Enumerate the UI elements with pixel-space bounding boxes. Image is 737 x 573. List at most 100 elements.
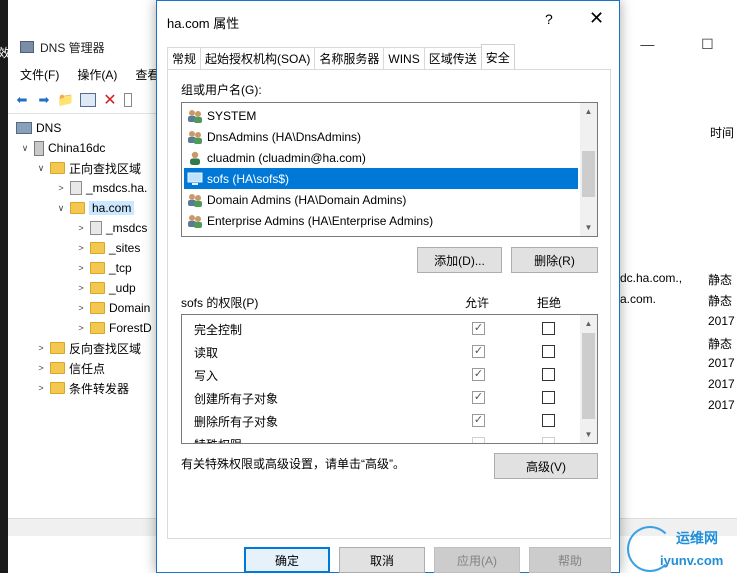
- expand-chevron-icon[interactable]: ∨: [56, 203, 66, 214]
- list-item[interactable]: SYSTEM: [184, 105, 578, 126]
- allow-checkbox[interactable]: ✓: [472, 345, 485, 358]
- user-name: Domain Admins (HA\Domain Admins): [207, 192, 407, 207]
- advanced-button[interactable]: 高级(V): [494, 453, 598, 479]
- tree-node-forward-zones[interactable]: ∨ 正向查找区域: [36, 158, 141, 178]
- list-item-selected[interactable]: sofs (HA\sofs$): [184, 168, 578, 189]
- list-item[interactable]: Enterprise Admins (HA\Enterprise Admins): [184, 210, 578, 231]
- help-icon[interactable]: ?: [545, 11, 553, 27]
- menu-action[interactable]: 操作(A): [77, 66, 117, 83]
- allow-checkbox[interactable]: ✓: [472, 322, 485, 335]
- tab-name-servers[interactable]: 名称服务器: [314, 47, 385, 69]
- scroll-up-icon[interactable]: ▲: [580, 315, 597, 332]
- permission-name: 写入: [194, 369, 219, 383]
- expand-chevron-icon[interactable]: >: [56, 183, 66, 193]
- tree-node-reverse-zones[interactable]: > 反向查找区域: [36, 338, 141, 358]
- expand-chevron-icon[interactable]: >: [76, 283, 86, 293]
- expand-chevron-icon[interactable]: ∨: [20, 143, 30, 154]
- dialog-title: ha.com 属性: [167, 16, 240, 31]
- list-item[interactable]: DnsAdmins (HA\DnsAdmins): [184, 126, 578, 147]
- scroll-down-icon[interactable]: ▼: [580, 426, 597, 443]
- folder-icon: [50, 362, 65, 374]
- user-listbox[interactable]: SYSTEM DnsAdmins (HA\DnsAdmins) cluadmin…: [181, 102, 598, 237]
- permission-name: 删除所有子对象: [194, 415, 279, 429]
- forward-arrow-icon[interactable]: ➡: [36, 92, 52, 108]
- tree-node-msdcs-ha[interactable]: > _msdcs.ha.: [56, 178, 147, 198]
- user-list-scrollbar[interactable]: ▲ ▼: [580, 103, 597, 236]
- scroll-thumb[interactable]: [582, 333, 595, 419]
- permission-row: 删除所有子对象 ✓: [182, 409, 580, 432]
- tree-node-forestd[interactable]: > ForestD: [76, 318, 152, 338]
- remove-button[interactable]: 删除(R): [511, 247, 598, 273]
- group-or-user-label: 组或用户名(G):: [181, 83, 262, 97]
- help-button[interactable]: 帮助: [529, 547, 611, 573]
- minimize-icon[interactable]: —: [640, 36, 654, 53]
- scroll-up-icon[interactable]: ▲: [580, 103, 597, 120]
- deny-checkbox[interactable]: [542, 391, 555, 404]
- tree-node-tcp[interactable]: > _tcp: [76, 258, 131, 278]
- ok-button[interactable]: 确定: [244, 547, 330, 573]
- up-folder-icon[interactable]: 📁: [58, 92, 74, 108]
- tree-node-msdcs[interactable]: > _msdcs: [76, 218, 147, 238]
- allow-checkbox[interactable]: ✓: [472, 414, 485, 427]
- tab-soa[interactable]: 起始授权机构(SOA): [200, 47, 316, 69]
- deny-checkbox[interactable]: [542, 437, 555, 443]
- allow-checkbox[interactable]: [472, 437, 485, 443]
- expand-chevron-icon[interactable]: >: [76, 303, 86, 313]
- cancel-button[interactable]: 取消: [339, 547, 425, 573]
- expand-chevron-icon[interactable]: >: [76, 223, 86, 233]
- expand-chevron-icon[interactable]: >: [76, 263, 86, 273]
- add-button[interactable]: 添加(D)...: [417, 247, 502, 273]
- permissions-scrollbar[interactable]: ▲ ▼: [580, 315, 597, 443]
- tree-horizontal-scrollbar[interactable]: [8, 518, 158, 536]
- expand-chevron-icon[interactable]: >: [76, 323, 86, 333]
- deny-checkbox[interactable]: [542, 322, 555, 335]
- deny-checkbox[interactable]: [542, 414, 555, 427]
- expand-chevron-icon[interactable]: ∨: [36, 163, 46, 174]
- list-item[interactable]: cluadmin (cluadmin@ha.com): [184, 147, 578, 168]
- allow-checkbox[interactable]: ✓: [472, 368, 485, 381]
- column-header-time[interactable]: 时间: [710, 124, 734, 141]
- properties-icon[interactable]: [124, 93, 132, 107]
- deny-checkbox[interactable]: [542, 345, 555, 358]
- menu-file[interactable]: 文件(F): [20, 66, 59, 83]
- allow-checkbox[interactable]: ✓: [472, 391, 485, 404]
- tree-node-trust-points[interactable]: > 信任点: [36, 358, 105, 378]
- tree-node-ha-com[interactable]: ∨ ha.com: [56, 198, 135, 218]
- permissions-list: 完全控制 ✓ 读取 ✓ 写入 ✓ 创建所有子对象 ✓ 删除所有子对象 ✓ 特殊权…: [181, 314, 598, 444]
- tree-node-udp[interactable]: > _udp: [76, 278, 135, 298]
- permission-name: 特殊权限: [194, 436, 242, 443]
- folder-icon: [90, 302, 105, 314]
- record-cell: dc.ha.com.,: [620, 271, 683, 285]
- scroll-down-icon[interactable]: ▼: [580, 219, 597, 236]
- zone-folder-icon: [70, 202, 85, 214]
- tree-node-label: 信任点: [69, 361, 106, 376]
- list-item[interactable]: Domain Admins (HA\Domain Admins): [184, 189, 578, 210]
- group-icon: [187, 214, 203, 228]
- tree-node-sites[interactable]: > _sites: [76, 238, 140, 258]
- back-arrow-icon[interactable]: ⬅: [14, 92, 30, 108]
- tree-node-domain[interactable]: > Domain: [76, 298, 150, 318]
- scroll-thumb[interactable]: [582, 151, 595, 197]
- tree-node-dns[interactable]: DNS: [16, 118, 61, 138]
- tab-wins[interactable]: WINS: [383, 47, 425, 69]
- tree-node-conditional-forwarders[interactable]: > 条件转发器: [36, 378, 129, 398]
- record-list: 时间 dc.ha.com., a.com. 静态 静态 2017 静态 2017…: [620, 116, 737, 516]
- tab-general[interactable]: 常规: [167, 47, 202, 69]
- expand-chevron-icon[interactable]: >: [36, 343, 46, 353]
- close-icon[interactable]: ✕: [589, 8, 604, 29]
- expand-chevron-icon[interactable]: >: [36, 363, 46, 373]
- user-name: sofs (HA\sofs$): [207, 171, 290, 186]
- tree-node-label: China16dc: [48, 141, 106, 155]
- tree-node-china16dc[interactable]: ∨ China16dc: [20, 138, 105, 158]
- deny-checkbox[interactable]: [542, 368, 555, 381]
- expand-chevron-icon[interactable]: >: [76, 243, 86, 253]
- tab-zone-transfers[interactable]: 区域传送: [423, 47, 482, 69]
- maximize-icon[interactable]: ☐: [701, 36, 714, 53]
- apply-button[interactable]: 应用(A): [434, 547, 520, 573]
- delete-icon[interactable]: ✕: [102, 92, 118, 109]
- expand-chevron-icon[interactable]: >: [36, 383, 46, 393]
- tree-node-label: ForestD: [109, 321, 152, 335]
- user-name: Enterprise Admins (HA\Enterprise Admins): [207, 213, 434, 228]
- tab-security[interactable]: 安全: [480, 44, 515, 69]
- show-hide-tree-icon[interactable]: [80, 93, 96, 107]
